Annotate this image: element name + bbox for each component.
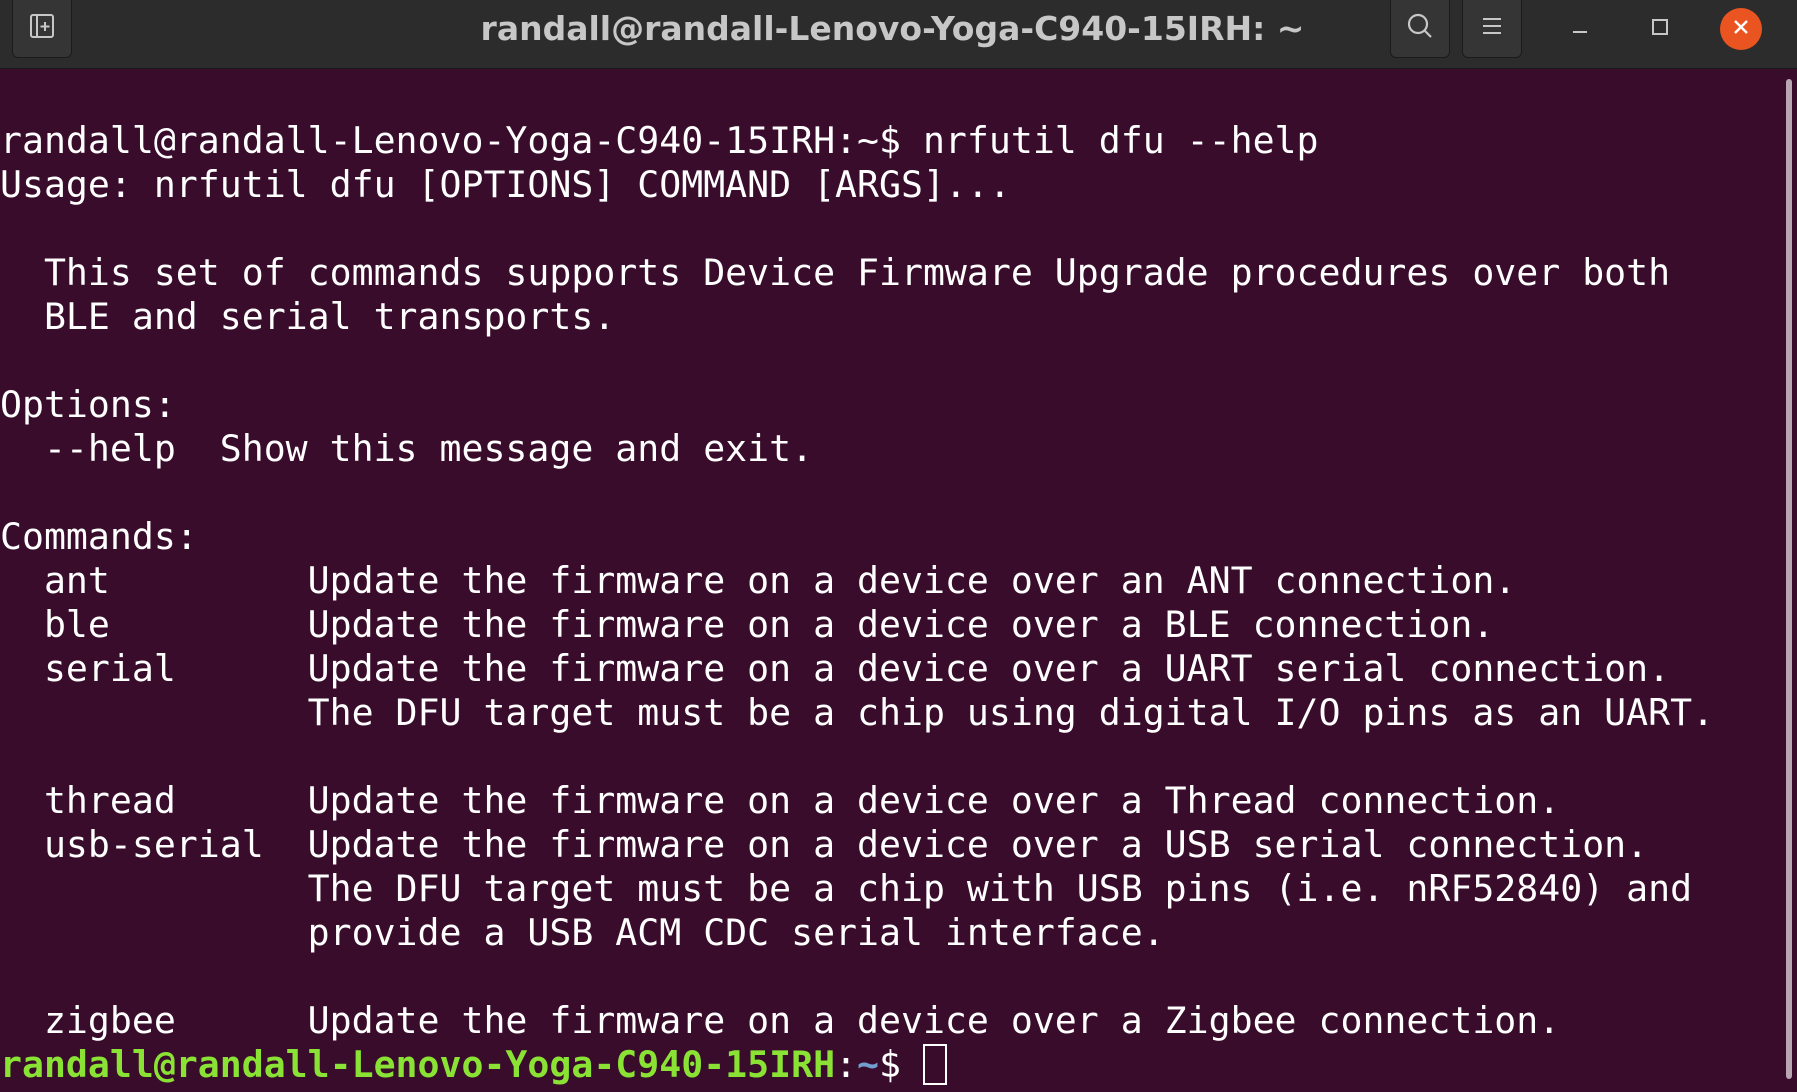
terminal-line: zigbee Update the firmware on a device o… bbox=[0, 999, 1561, 1042]
prompt-path: ~ bbox=[857, 1043, 880, 1086]
scrollbar[interactable] bbox=[1780, 69, 1797, 1092]
prompt-symbol: $ bbox=[879, 1043, 923, 1086]
menu-button[interactable] bbox=[1462, 0, 1522, 58]
terminal-window: randall@randall-Lenovo-Yoga-C940-15IRH: … bbox=[0, 0, 1797, 1092]
terminal-line: Commands: bbox=[0, 515, 198, 558]
terminal-line: thread Update the firmware on a device o… bbox=[0, 779, 1561, 822]
prompt-colon: : bbox=[835, 1043, 858, 1086]
maximize-icon bbox=[1650, 17, 1670, 42]
terminal-line: ble Update the firmware on a device over… bbox=[0, 603, 1495, 646]
close-button[interactable] bbox=[1720, 8, 1762, 50]
terminal-output[interactable]: randall@randall-Lenovo-Yoga-C940-15IRH:~… bbox=[0, 69, 1780, 1092]
maximize-button[interactable] bbox=[1639, 8, 1681, 50]
terminal-line: serial Update the firmware on a device o… bbox=[0, 647, 1671, 690]
hamburger-menu-icon bbox=[1479, 15, 1505, 42]
terminal-line: --help Show this message and exit. bbox=[0, 427, 814, 470]
terminal-line: The DFU target must be a chip with USB p… bbox=[0, 867, 1693, 910]
title-bar: randall@randall-Lenovo-Yoga-C940-15IRH: … bbox=[0, 0, 1797, 69]
prompt-user-host: randall@randall-Lenovo-Yoga-C940-15IRH bbox=[0, 1043, 836, 1086]
window-title: randall@randall-Lenovo-Yoga-C940-15IRH: … bbox=[480, 9, 1305, 48]
new-tab-button[interactable] bbox=[12, 0, 72, 58]
terminal-line: Options: bbox=[0, 383, 176, 426]
terminal-line: Usage: nrfutil dfu [OPTIONS] COMMAND [AR… bbox=[0, 163, 1011, 206]
terminal-line: This set of commands supports Device Fir… bbox=[0, 251, 1671, 294]
search-button[interactable] bbox=[1390, 0, 1450, 58]
terminal-line: The DFU target must be a chip using digi… bbox=[0, 691, 1715, 734]
search-icon bbox=[1405, 11, 1435, 46]
scrollbar-thumb[interactable] bbox=[1786, 79, 1792, 1079]
close-icon bbox=[1731, 17, 1751, 42]
terminal-line: randall@randall-Lenovo-Yoga-C940-15IRH:~… bbox=[0, 119, 1319, 162]
terminal-line: usb-serial Update the firmware on a devi… bbox=[0, 823, 1649, 866]
minimize-icon bbox=[1570, 17, 1590, 42]
active-prompt-line[interactable]: randall@randall-Lenovo-Yoga-C940-15IRH:~… bbox=[0, 1043, 947, 1087]
text-cursor bbox=[922, 1044, 947, 1085]
terminal-line: provide a USB ACM CDC serial interface. bbox=[0, 911, 1165, 954]
minimize-button[interactable] bbox=[1559, 8, 1601, 50]
new-tab-icon bbox=[27, 11, 57, 46]
terminal-line: ant Update the firmware on a device over… bbox=[0, 559, 1517, 602]
terminal-line: BLE and serial transports. bbox=[0, 295, 616, 338]
